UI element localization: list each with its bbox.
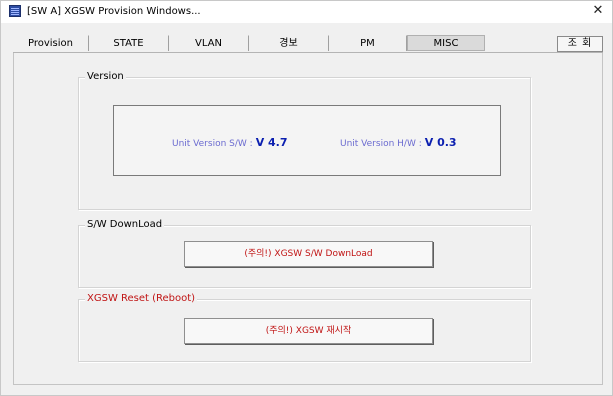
tab-misc[interactable]: MISC [407, 35, 485, 51]
query-button[interactable]: 조 회 [557, 36, 603, 52]
sw-download-button[interactable]: (주의!) XGSW S/W DownLoad [184, 241, 433, 267]
hw-version: Unit Version H/W :V 0.3 [340, 136, 457, 149]
tab-alarm[interactable]: 경보 [249, 35, 329, 51]
sw-version-label: Unit Version S/W : [172, 139, 253, 149]
hw-version-label: Unit Version H/W : [340, 139, 422, 149]
provision-window: [SW A] XGSW Provision Windows... ✕ Provi… [0, 0, 613, 396]
version-display: Unit Version S/W :V 4.7 Unit Version H/W… [113, 105, 501, 176]
title-bar[interactable]: [SW A] XGSW Provision Windows... ✕ [1, 1, 612, 23]
tab-vlan[interactable]: VLAN [169, 35, 249, 51]
version-group-title: Version [85, 71, 126, 83]
reset-button[interactable]: (주의!) XGSW 재시작 [184, 318, 433, 344]
hw-version-value: V 0.3 [424, 136, 457, 149]
window-title: [SW A] XGSW Provision Windows... [27, 6, 201, 17]
tab-provision[interactable]: Provision [13, 35, 89, 51]
sw-version: Unit Version S/W :V 4.7 [172, 136, 288, 149]
download-group-title: S/W DownLoad [85, 219, 165, 231]
tab-state[interactable]: STATE [89, 35, 169, 51]
close-icon[interactable]: ✕ [590, 3, 606, 19]
sw-version-value: V 4.7 [255, 136, 288, 149]
reset-group-title: XGSW Reset (Reboot) [85, 293, 198, 305]
app-grid-icon [9, 5, 21, 17]
tab-pm[interactable]: PM [329, 35, 407, 51]
